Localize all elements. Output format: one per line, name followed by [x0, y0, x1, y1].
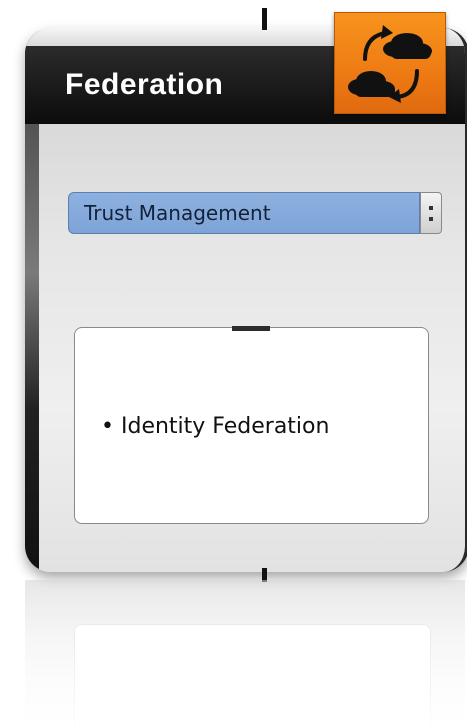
- card-reflection: [25, 580, 465, 726]
- cloud-sync-icon: [334, 12, 446, 114]
- cloud-sync-icon-graphic: [348, 25, 432, 103]
- reflection-fade: [25, 580, 465, 726]
- stepper-up-dot-icon: [429, 206, 433, 210]
- select-stepper-button[interactable]: [420, 192, 442, 234]
- select-value: Trust Management: [84, 201, 271, 225]
- trust-management-select[interactable]: Trust Management: [68, 192, 420, 234]
- content-panel: • Identity Federation: [74, 327, 429, 524]
- stepper-down-dot-icon: [429, 217, 433, 221]
- bullet-item-text: Identity Federation: [120, 414, 330, 439]
- connector-line-top: [262, 8, 267, 30]
- page-title: Federation: [65, 68, 224, 101]
- content-panel-tab: [232, 326, 270, 331]
- bullet-item: • Identity Federation: [101, 414, 330, 439]
